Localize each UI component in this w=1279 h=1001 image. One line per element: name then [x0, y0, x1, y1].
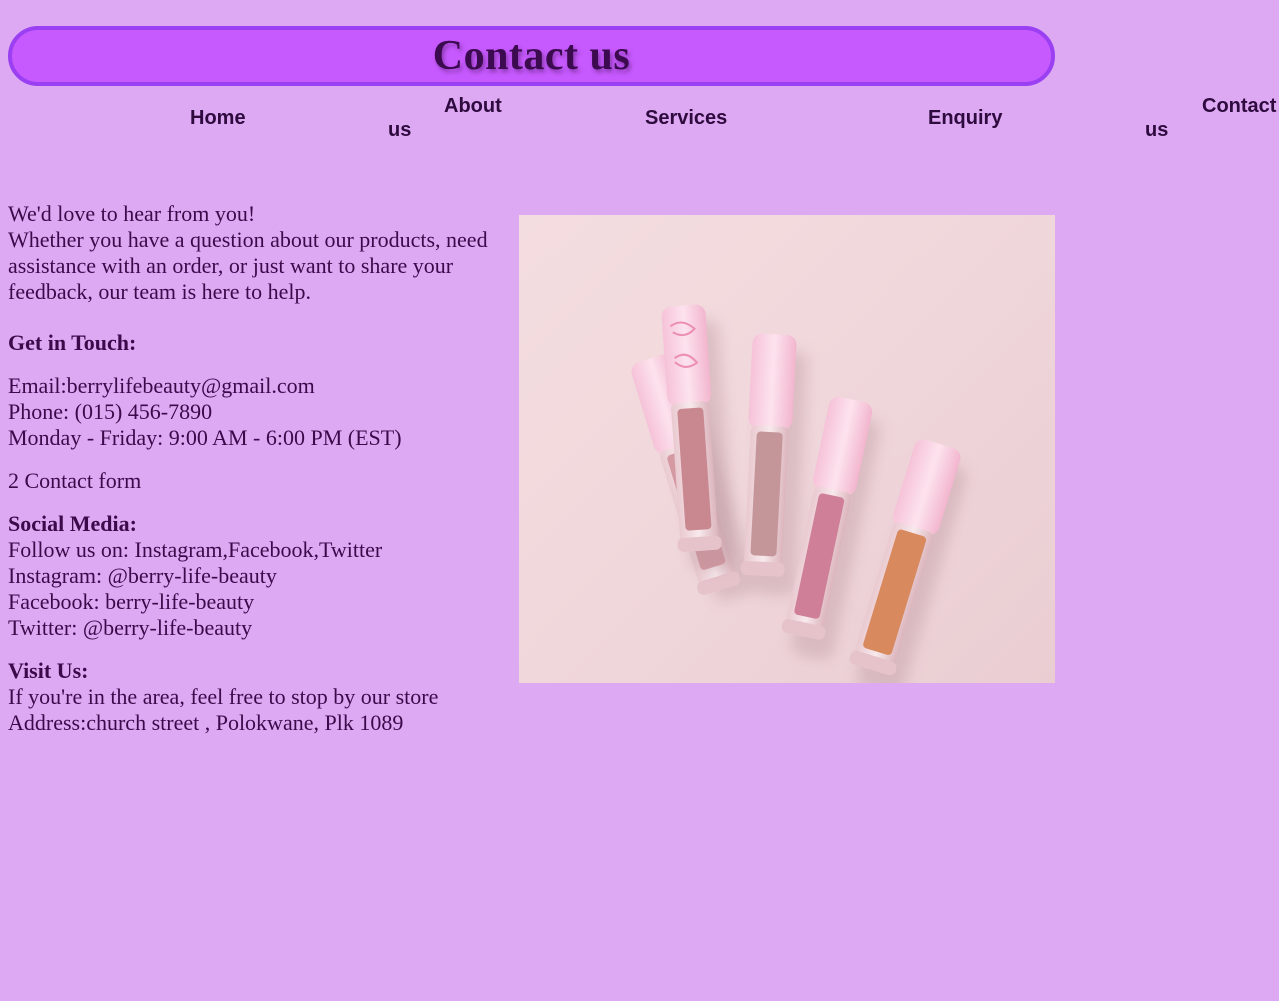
lip-gloss-illustration	[631, 304, 967, 683]
social-twitter: Twitter: @berry-life-beauty	[8, 615, 253, 640]
social-facebook: Facebook: berry-life-beauty	[8, 589, 255, 614]
get-in-touch-heading-text: Get in Touch:	[8, 330, 137, 355]
social-instagram: Instagram: @berry-life-beauty	[8, 563, 277, 588]
get-in-touch-heading: Get in Touch:	[8, 330, 508, 356]
social-media-section: Social Media: Follow us on: Instagram,Fa…	[8, 511, 508, 641]
nav-link-enquiry[interactable]: Enquiry	[928, 106, 1002, 130]
page-banner: Contact us	[8, 26, 1055, 86]
social-media-heading: Social Media:	[8, 511, 137, 536]
intro-text: We'd love to hear from you! Whether you …	[8, 201, 508, 305]
nav-link-about-us[interactable]: About us	[388, 94, 508, 142]
nav-link-contact-us[interactable]: Contact us	[1145, 94, 1279, 142]
visit-us-section: Visit Us: If you're in the area, feel fr…	[8, 658, 508, 736]
lip-gloss-tube-3	[740, 333, 808, 596]
hours-text: Monday - Friday: 9:00 AM - 6:00 PM (EST)	[8, 425, 402, 450]
email-text: Email:berrylifebeauty@gmail.com	[8, 373, 315, 398]
nav-link-services[interactable]: Services	[645, 106, 727, 130]
page-title: Contact us	[432, 33, 631, 79]
social-follow-text: Follow us on: Instagram,Facebook,Twitter	[8, 537, 383, 562]
product-photo-lip-gloss	[519, 215, 1055, 683]
visit-us-heading: Visit Us:	[8, 658, 89, 683]
nav-link-about-label-bottom: us	[388, 119, 412, 141]
store-address: Address:church street , Polokwane, Plk 1…	[8, 710, 404, 735]
contact-form-label: 2 Contact form	[8, 468, 142, 493]
nav-link-contact-label-bottom: us	[1145, 119, 1169, 141]
nav-link-about-label-top: About	[444, 95, 502, 117]
contact-details: Email:berrylifebeauty@gmail.com Phone: (…	[8, 373, 508, 451]
phone-text: Phone: (015) 456-7890	[8, 399, 213, 424]
nav-link-home[interactable]: Home	[190, 106, 246, 130]
nav-link-contact-label-top: Contact	[1202, 95, 1277, 117]
intro-greeting: We'd love to hear from you!	[8, 201, 256, 226]
contact-content: We'd love to hear from you! Whether you …	[8, 201, 508, 736]
intro-description: Whether you have a question about our pr…	[8, 227, 488, 304]
visit-us-text: If you're in the area, feel free to stop…	[8, 684, 439, 709]
